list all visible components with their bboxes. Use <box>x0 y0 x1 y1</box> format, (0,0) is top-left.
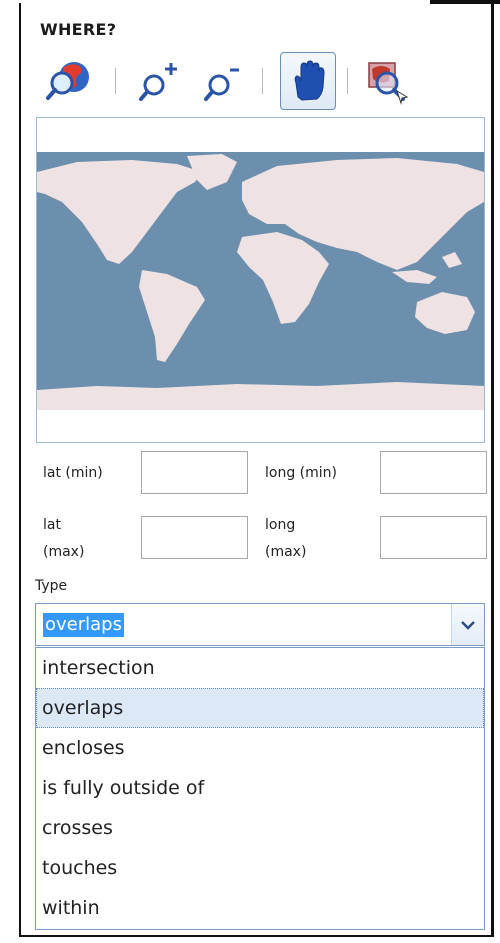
select-area-button[interactable] <box>360 52 416 110</box>
type-select[interactable]: overlaps <box>35 603 485 646</box>
zoom-out-button[interactable] <box>195 52 251 110</box>
long-min-input[interactable] <box>380 451 487 494</box>
map-toolbar <box>40 52 440 112</box>
world-map[interactable] <box>36 117 485 443</box>
toolbar-separator <box>262 68 263 94</box>
option-intersection[interactable]: intersection <box>36 648 484 688</box>
zoom-in-button[interactable] <box>130 52 186 110</box>
type-options-list: intersection overlaps encloses is fully … <box>35 647 485 930</box>
globe-search-icon <box>46 62 89 100</box>
zoom-out-icon <box>204 68 239 101</box>
select-area-icon <box>368 62 409 105</box>
long-max-label-line1: long <box>265 517 296 533</box>
option-crosses[interactable]: crosses <box>36 808 484 848</box>
type-select-value: overlaps <box>43 613 124 637</box>
toolbar-separator <box>115 68 116 94</box>
world-map-canvas <box>37 152 484 410</box>
option-within[interactable]: within <box>36 888 484 928</box>
section-heading: WHERE? <box>40 20 117 39</box>
option-touches[interactable]: touches <box>36 848 484 888</box>
dropdown-toggle[interactable] <box>451 604 484 645</box>
pan-button[interactable] <box>280 52 336 110</box>
lat-max-label-line1: lat <box>43 517 61 533</box>
lat-min-label: lat (min) <box>43 465 103 481</box>
chevron-down-icon <box>461 620 475 630</box>
long-min-label: long (min) <box>265 465 337 481</box>
pan-hand-icon <box>294 60 325 101</box>
frame-cap <box>430 0 500 4</box>
lat-min-input[interactable] <box>141 451 248 494</box>
type-label: Type <box>35 578 68 594</box>
toolbar-separator <box>347 68 348 94</box>
globe-search-button[interactable] <box>40 52 96 110</box>
option-encloses[interactable]: encloses <box>36 728 484 768</box>
long-max-label-line2: (max) <box>265 544 307 560</box>
option-is-fully-outside-of[interactable]: is fully outside of <box>36 768 484 808</box>
lat-max-label-line2: (max) <box>43 544 85 560</box>
zoom-in-icon <box>139 63 177 101</box>
option-overlaps[interactable]: overlaps <box>36 688 484 728</box>
long-max-input[interactable] <box>380 516 487 559</box>
lat-max-input[interactable] <box>141 516 248 559</box>
